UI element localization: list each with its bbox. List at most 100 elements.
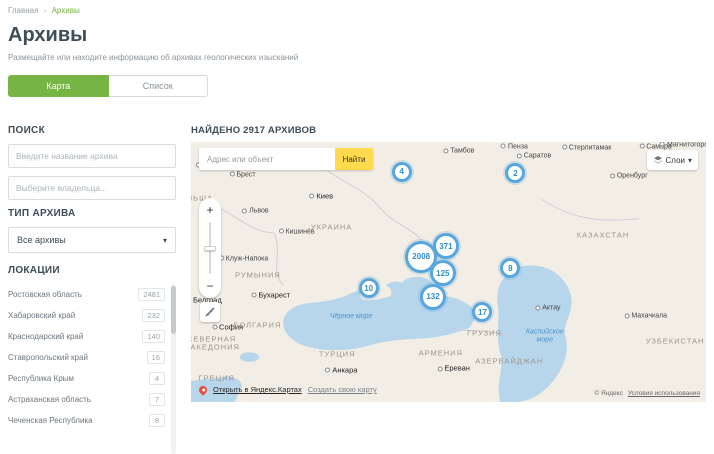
location-count-badge: 4 xyxy=(149,372,165,385)
map-label-water: Чёрное море xyxy=(330,313,373,321)
location-row[interactable]: Ставропольский край16 xyxy=(8,347,165,368)
border-line xyxy=(327,171,424,247)
location-count-badge: 8 xyxy=(149,414,165,427)
map[interactable]: ВаршаваБрестПОЛЬШАЛьвовКиевКишинёвУКРАИН… xyxy=(191,142,706,402)
map-label-city: Оренбург xyxy=(610,173,648,180)
map-label-city: Клуж-Напока xyxy=(219,255,269,262)
map-cluster[interactable]: 2 xyxy=(505,163,525,183)
map-label-city: Стерлитамак xyxy=(562,144,612,151)
locations-panel: Ростовская область 2481 Хабаровский край 23… xyxy=(8,284,176,454)
map-label-capital: Анкара xyxy=(325,365,357,374)
terms-link[interactable]: Условия использования xyxy=(628,390,700,397)
archive-type-value: Все архивы xyxy=(17,235,66,245)
map-label-water: Каспийское море xyxy=(522,329,568,346)
map-cluster[interactable]: 132 xyxy=(420,284,446,310)
map-label-country: УЗБЕКИСТАН xyxy=(646,337,705,346)
chevron-down-icon: ▾ xyxy=(688,156,692,165)
locations-heading: ЛОКАЦИИ xyxy=(8,265,176,276)
page-title: Архивы xyxy=(8,24,706,47)
layers-icon xyxy=(653,155,663,165)
breadcrumb: Главная › Архивы xyxy=(8,6,706,15)
location-row[interactable]: Краснодарский край 140 xyxy=(8,326,165,347)
map-search-button[interactable]: Найти xyxy=(335,148,373,170)
map-footer-links: Открыть в Яндекс.Картах Создать свою кар… xyxy=(199,385,377,394)
locations-list: Ростовская область 2481 Хабаровский край 23… xyxy=(8,284,165,431)
owner-input[interactable] xyxy=(8,176,176,200)
map-label-country: ГРЕЦИЯ xyxy=(199,374,235,383)
layers-label: Слои xyxy=(666,156,685,165)
breadcrumb-current[interactable]: Архивы xyxy=(52,6,80,15)
view-toggle: Карта Список xyxy=(8,75,208,97)
archive-type-heading: ТИП АРХИВА xyxy=(8,208,176,219)
zoom-in-button[interactable]: + xyxy=(199,200,221,220)
map-copyright: © Яндекс Условия использования xyxy=(594,390,700,397)
location-name: Астраханская область xyxy=(8,395,91,404)
location-name: Чеченская Республика xyxy=(8,416,93,425)
map-search: Найти xyxy=(199,148,373,170)
location-row[interactable]: Республика Крым4 xyxy=(8,368,165,389)
search-heading: ПОИСК xyxy=(8,125,176,136)
location-row[interactable]: Ростовская область 2481 xyxy=(8,284,165,305)
map-label-country: СЕВЕРНАЯ МАКЕДОНИЯ xyxy=(191,335,244,352)
map-pin-icon xyxy=(197,384,208,395)
map-label-country: РУМЫНИЯ xyxy=(235,272,281,281)
map-cluster[interactable]: 125 xyxy=(430,260,456,286)
location-count-badge: 2481 xyxy=(138,288,165,301)
location-name: Ростовская область xyxy=(8,290,82,299)
marmara-sea-shape xyxy=(240,352,259,362)
zoom-slider[interactable] xyxy=(209,222,211,274)
breadcrumb-separator-icon: › xyxy=(44,6,47,15)
scrollbar-thumb[interactable] xyxy=(171,286,176,334)
archives-page: Главная › Архивы Архивы Размещайте или н… xyxy=(0,0,714,447)
map-view-button[interactable]: Карта xyxy=(8,75,109,97)
map-label-city: Магнитогорск xyxy=(660,142,706,148)
archive-type-select[interactable]: Все архивы ▾ xyxy=(8,227,176,253)
map-label-country: АРМЕНИЯ xyxy=(419,350,463,359)
zoom-slider-thumb[interactable] xyxy=(204,246,216,251)
ruler-button[interactable] xyxy=(200,302,220,322)
map-label-country: УКРАИНА xyxy=(311,224,352,233)
location-name: Хабаровский край xyxy=(8,311,75,320)
content-area: ПОИСК ТИП АРХИВА Все архивы ▾ ЛОКАЦИИ Ро… xyxy=(8,125,706,454)
map-label-country: АЗЕРБАЙДЖАН xyxy=(475,358,539,367)
map-label-city: Актау xyxy=(535,305,560,312)
map-label-country: ГРУЗИЯ xyxy=(467,330,502,339)
map-label-city: Тамбов xyxy=(443,148,474,155)
locations-scrollbar[interactable] xyxy=(171,284,176,454)
map-label-city: Саратов xyxy=(517,153,551,160)
map-label-city: Пенза xyxy=(501,143,528,150)
zoom-out-button[interactable]: − xyxy=(199,276,221,296)
map-search-input[interactable] xyxy=(199,148,335,170)
location-row[interactable]: Чеченская Республика 8 xyxy=(8,410,165,431)
breadcrumb-home[interactable]: Главная xyxy=(8,6,38,15)
location-count-badge: 140 xyxy=(142,330,165,343)
location-row[interactable]: Хабаровский край 232 xyxy=(8,305,165,326)
location-count-badge: 232 xyxy=(142,309,165,322)
location-count-badge: 7 xyxy=(149,393,165,406)
list-view-button[interactable]: Список xyxy=(109,75,209,97)
map-cluster[interactable]: 8 xyxy=(500,258,520,278)
ruler-icon xyxy=(204,306,216,318)
filters-sidebar: ПОИСК ТИП АРХИВА Все архивы ▾ ЛОКАЦИИ Ро… xyxy=(8,125,176,454)
map-cluster[interactable]: 17 xyxy=(472,302,492,322)
chevron-down-icon: ▾ xyxy=(163,236,167,245)
location-name: Ставропольский край xyxy=(8,353,88,362)
map-label-city: Кишинёв xyxy=(279,228,315,235)
create-map-link[interactable]: Создать свою карту xyxy=(308,385,377,394)
map-cluster[interactable]: 4 xyxy=(392,162,412,182)
map-label-capital: Ереван xyxy=(437,364,470,373)
open-in-yandex-link[interactable]: Открыть в Яндекс.Картах xyxy=(213,385,302,394)
archive-name-input[interactable] xyxy=(8,144,176,168)
map-label-country: БОЛГАРИЯ xyxy=(233,321,281,330)
layers-control[interactable]: Слои ▾ xyxy=(647,150,698,170)
location-name: Краснодарский край xyxy=(8,332,83,341)
location-row[interactable]: Астраханская область 7 xyxy=(8,389,165,410)
border-line xyxy=(541,199,638,220)
page-subtitle: Размещайте или находите информацию об ар… xyxy=(8,53,706,62)
map-cluster[interactable]: 10 xyxy=(359,278,379,298)
map-label-city: Львов xyxy=(242,207,269,214)
map-label-country: КАЗАХСТАН xyxy=(577,231,630,240)
map-label-country: ТУРЦИЯ xyxy=(319,351,356,360)
map-label-city: Брест xyxy=(229,171,255,178)
map-label-capital: Бухарест xyxy=(251,290,290,299)
